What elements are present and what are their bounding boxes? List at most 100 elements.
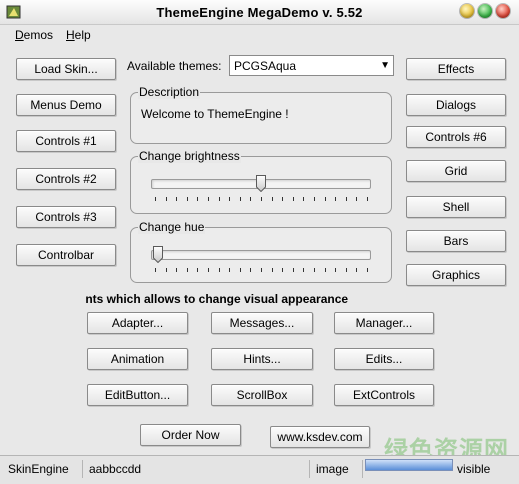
themes-selected-value: PCGSAqua — [234, 58, 297, 73]
slider-tick — [186, 197, 188, 201]
slider-tick — [218, 268, 220, 272]
slider-tick — [197, 268, 199, 272]
slider-tick — [271, 197, 273, 201]
slider-tick — [314, 197, 315, 201]
status-panel-2: aabbccdd — [84, 460, 310, 478]
window-title: ThemeEngine MegaDemo v. 5.52 — [156, 5, 363, 20]
controls-6-button[interactable]: Controls #6 — [406, 126, 506, 148]
slider-tick — [239, 197, 241, 201]
hue-slider-track[interactable] — [151, 250, 371, 260]
dialogs-button[interactable]: Dialogs — [406, 94, 506, 116]
effects-button[interactable]: Effects — [406, 58, 506, 80]
menu-demos[interactable]: Demos — [15, 28, 53, 42]
slider-tick — [239, 268, 241, 272]
controls-2-button[interactable]: Controls #2 — [16, 168, 116, 190]
slider-tick — [314, 268, 315, 272]
menus-demo-button[interactable]: Menus Demo — [16, 94, 116, 116]
status-panel-4: visible — [457, 462, 491, 476]
controls-3-button[interactable]: Controls #3 — [16, 206, 116, 228]
brightness-ticks — [155, 197, 368, 202]
slider-tick — [218, 197, 220, 201]
menu-bar: Demos Help — [0, 25, 519, 45]
animation-button[interactable]: Animation — [87, 348, 188, 370]
description-text: Welcome to ThemeEngine ! — [141, 107, 289, 121]
edits-button[interactable]: Edits... — [334, 348, 434, 370]
load-skin-button[interactable]: Load Skin... — [16, 58, 116, 80]
brightness-title: Change brightness — [138, 149, 241, 163]
slider-tick — [356, 268, 358, 272]
slider-tick — [176, 268, 178, 272]
marquee-label: mponents which allows to change visual a… — [86, 292, 349, 306]
hue-slider-thumb[interactable] — [153, 246, 163, 263]
extcontrols-button[interactable]: ExtControls — [334, 384, 434, 406]
slider-tick — [250, 197, 252, 201]
slider-tick — [345, 268, 347, 272]
title-bar: ThemeEngine MegaDemo v. 5.52 — [0, 0, 519, 25]
slider-tick — [292, 268, 294, 272]
editbutton-button[interactable]: EditButton... — [87, 384, 188, 406]
bars-button[interactable]: Bars — [406, 230, 506, 252]
slider-tick — [155, 197, 156, 201]
menu-help-hotkey: H — [66, 28, 75, 42]
menu-demos-hotkey: D — [15, 28, 24, 42]
scrollbox-button[interactable]: ScrollBox — [211, 384, 313, 406]
controls-1-button[interactable]: Controls #1 — [16, 130, 116, 152]
slider-tick — [176, 197, 178, 201]
themes-select[interactable]: PCGSAqua ▼ — [229, 55, 394, 76]
grid-button[interactable]: Grid — [406, 160, 506, 182]
slider-tick — [229, 268, 231, 272]
controlbar-button[interactable]: Controlbar — [16, 244, 116, 266]
status-panel-1: SkinEngine — [3, 460, 83, 478]
slider-tick — [250, 268, 252, 272]
slider-tick — [335, 197, 337, 201]
minimize-button[interactable] — [460, 4, 474, 18]
slider-tick — [229, 197, 231, 201]
slider-tick — [324, 197, 326, 201]
slider-tick — [208, 197, 209, 201]
slider-tick — [282, 268, 284, 272]
themes-label: Available themes: — [127, 59, 222, 73]
slider-tick — [345, 197, 347, 201]
order-now-button[interactable]: Order Now — [140, 424, 241, 446]
close-button[interactable] — [496, 4, 510, 18]
description-group: Description Welcome to ThemeEngine ! — [130, 85, 392, 144]
menu-help-rest: elp — [74, 28, 91, 42]
menu-demos-rest: emos — [23, 28, 54, 42]
status-panel-3: image — [311, 460, 363, 478]
slider-tick — [208, 268, 209, 272]
marquee-text: mponents which allows to change visual a… — [86, 292, 432, 308]
menu-help[interactable]: Help — [66, 28, 91, 42]
slider-tick — [367, 268, 368, 272]
messages-button[interactable]: Messages... — [211, 312, 313, 334]
slider-tick — [186, 268, 188, 272]
maximize-button[interactable] — [478, 4, 492, 18]
adapter-button[interactable]: Adapter... — [87, 312, 188, 334]
slider-tick — [303, 268, 305, 272]
website-button[interactable]: www.ksdev.com — [270, 426, 370, 448]
hints-button[interactable]: Hints... — [211, 348, 313, 370]
description-title: Description — [138, 85, 201, 99]
chevron-down-icon: ▼ — [380, 60, 390, 71]
slider-tick — [261, 197, 262, 201]
slider-tick — [356, 197, 358, 201]
slider-tick — [165, 268, 167, 272]
slider-tick — [155, 268, 156, 272]
hue-group: Change hue — [130, 220, 392, 283]
manager-button[interactable]: Manager... — [334, 312, 434, 334]
brightness-slider-thumb[interactable] — [256, 175, 266, 192]
slider-tick — [261, 268, 262, 272]
slider-tick — [165, 197, 167, 201]
slider-tick — [367, 197, 368, 201]
slider-tick — [292, 197, 294, 201]
slider-tick — [282, 197, 284, 201]
shell-button[interactable]: Shell — [406, 196, 506, 218]
graphics-button[interactable]: Graphics — [406, 264, 506, 286]
hue-ticks — [155, 268, 368, 273]
status-progress-bar — [365, 459, 453, 471]
slider-tick — [324, 268, 326, 272]
hue-title: Change hue — [138, 220, 206, 234]
slider-tick — [197, 197, 199, 201]
slider-tick — [271, 268, 273, 272]
slider-tick — [335, 268, 337, 272]
slider-tick — [303, 197, 305, 201]
